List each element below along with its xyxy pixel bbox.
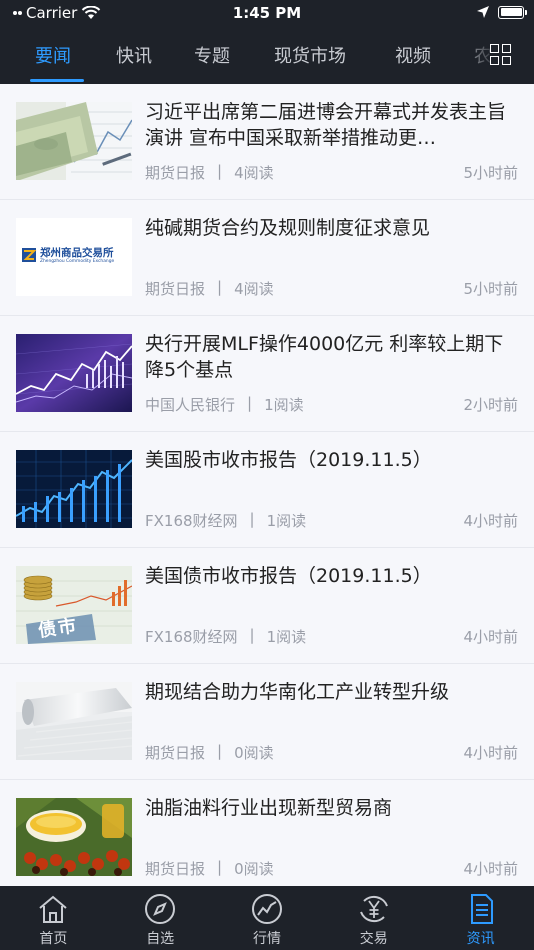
news-source: 期货日报 <box>145 280 206 298</box>
status-right <box>476 5 527 19</box>
meta-separator: | <box>247 394 253 412</box>
news-meta: 期货日报 | 0阅读 <box>145 742 274 763</box>
news-source: FX168财经网 <box>145 512 238 530</box>
nav-watchlist[interactable]: 自选 <box>107 886 214 950</box>
channel-grid-icon[interactable] <box>490 44 512 66</box>
news-source: FX168财经网 <box>145 628 238 646</box>
nav-label: 自选 <box>146 931 175 947</box>
news-title: 期现结合助力华南化工产业转型升级 <box>145 681 450 703</box>
meta-separator: | <box>217 742 223 760</box>
news-age: 4小时前 <box>463 512 518 530</box>
news-meta: FX168财经网 | 1阅读 <box>145 626 306 647</box>
news-meta: 期货日报 | 4阅读 <box>145 162 274 183</box>
status-time: 1:45 PM <box>232 4 302 22</box>
news-source: 中国人民银行 <box>145 396 236 414</box>
zce-logo-thumbnail: 郑州商品交易所 Zhengzhou Commodity Exchange <box>16 218 132 296</box>
nav-label: 首页 <box>39 931 68 947</box>
news-age: 2小时前 <box>463 396 518 414</box>
nav-trade[interactable]: 交易 <box>320 886 427 950</box>
news-item[interactable]: 美国股市收市报告（2019.11.5） FX168财经网 | 1阅读 4小时前 <box>0 432 534 548</box>
news-source: 期货日报 <box>145 860 206 878</box>
zce-logo-en: Zhengzhou Commodity Exchange <box>40 259 115 264</box>
category-tabs: 要闻 快讯 专题 现货市场 视频 农 <box>0 28 534 84</box>
bond-market-thumbnail: 债市 <box>16 566 132 644</box>
meta-separator: | <box>249 510 255 528</box>
tab-video[interactable]: 视频 <box>395 42 431 68</box>
status-bar: Carrier 1:45 PM <box>0 0 534 28</box>
nav-label: 交易 <box>359 931 388 947</box>
news-age: 5小时前 <box>463 280 518 298</box>
news-meta: FX168财经网 | 1阅读 <box>145 510 306 531</box>
news-title: 习近平出席第二届进博会开幕式并发表主旨演讲 宣布中国采取新举措推动更… <box>145 101 507 149</box>
news-meta: 期货日报 | 4阅读 <box>145 278 274 299</box>
location-arrow-icon <box>477 6 489 18</box>
news-source: 期货日报 <box>145 164 206 182</box>
tab-headlines[interactable]: 要闻 <box>35 42 71 68</box>
news-age: 4小时前 <box>463 860 518 878</box>
active-tab-indicator <box>30 79 84 82</box>
plastic-film-thumbnail <box>16 682 132 760</box>
blue-stock-chart-thumbnail <box>16 450 132 528</box>
news-meta: 中国人民银行 | 1阅读 <box>145 394 304 415</box>
news-reads: 1阅读 <box>266 628 307 646</box>
bottom-nav: 首页 自选 行情 交易 资讯 <box>0 886 534 950</box>
zce-logo-cn: 郑州商品交易所 <box>40 247 114 259</box>
bond-thumb-text: 债市 <box>36 615 80 642</box>
news-item[interactable]: 债市 美国债市收市报告（2019.11.5） FX168财经网 | 1阅读 4小… <box>0 548 534 664</box>
nav-market[interactable]: 行情 <box>214 886 321 950</box>
news-title: 美国债市收市报告（2019.11.5） <box>145 565 432 587</box>
money-chart-thumbnail <box>16 102 132 180</box>
meta-separator: | <box>217 278 223 296</box>
news-item[interactable]: 油脂油料行业出现新型贸易商 期货日报 | 0阅读 4小时前 <box>0 780 534 886</box>
news-reads: 0阅读 <box>234 860 274 878</box>
news-source: 期货日报 <box>145 744 206 762</box>
meta-separator: | <box>217 858 223 876</box>
battery-icon <box>498 5 527 19</box>
news-reads: 1阅读 <box>266 512 307 530</box>
news-title: 纯碱期货合约及规则制度征求意见 <box>145 217 431 239</box>
news-reads: 4阅读 <box>234 280 274 298</box>
news-item[interactable]: 习近平出席第二届进博会开幕式并发表主旨演讲 宣布中国采取新举措推动更… 期货日报… <box>0 84 534 200</box>
news-item[interactable]: 期现结合助力华南化工产业转型升级 期货日报 | 0阅读 4小时前 <box>0 664 534 780</box>
meta-separator: | <box>249 626 255 644</box>
news-item[interactable]: 郑州商品交易所 Zhengzhou Commodity Exchange 纯碱期… <box>0 200 534 316</box>
nav-home[interactable]: 首页 <box>0 886 107 950</box>
oil-palm-thumbnail <box>16 798 132 876</box>
nav-label: 行情 <box>252 931 281 947</box>
yen-exchange-icon <box>359 895 388 923</box>
nav-news[interactable]: 资讯 <box>427 886 534 950</box>
purple-chart-thumbnail <box>16 334 132 412</box>
news-list: 习近平出席第二届进博会开幕式并发表主旨演讲 宣布中国采取新举措推动更… 期货日报… <box>0 84 534 886</box>
news-age: 4小时前 <box>463 744 518 762</box>
chart-line-icon <box>251 894 282 924</box>
news-meta: 期货日报 | 0阅读 <box>145 858 274 879</box>
news-title: 央行开展MLF操作4000亿元 利率较上期下降5个基点 <box>145 333 504 381</box>
home-icon <box>39 895 68 923</box>
news-age: 4小时前 <box>463 628 518 646</box>
news-age: 5小时前 <box>463 164 518 182</box>
news-reads: 1阅读 <box>264 396 304 414</box>
news-reads: 0阅读 <box>234 744 274 762</box>
tab-spot-market[interactable]: 现货市场 <box>274 42 346 68</box>
news-item[interactable]: 央行开展MLF操作4000亿元 利率较上期下降5个基点 中国人民银行 | 1阅读… <box>0 316 534 432</box>
nav-label: 资讯 <box>466 931 495 947</box>
news-title: 油脂油料行业出现新型贸易商 <box>145 797 393 819</box>
news-reads: 4阅读 <box>234 164 274 182</box>
news-title: 美国股市收市报告（2019.11.5） <box>145 449 432 471</box>
meta-separator: | <box>217 162 223 180</box>
document-icon <box>470 894 493 924</box>
tab-topics[interactable]: 专题 <box>194 42 230 68</box>
compass-icon <box>145 894 176 924</box>
tab-flash[interactable]: 快讯 <box>116 42 152 68</box>
